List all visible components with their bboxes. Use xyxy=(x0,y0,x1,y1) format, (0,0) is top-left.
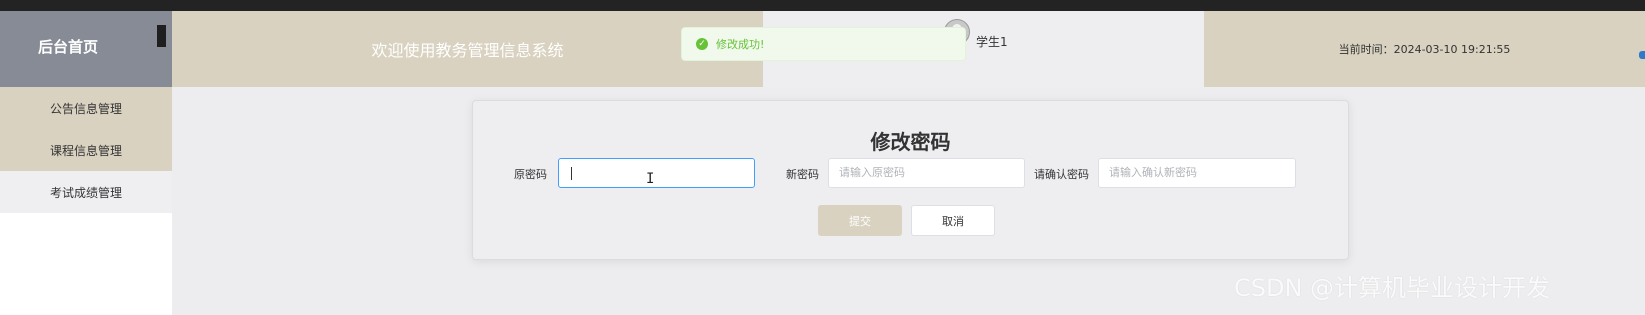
page-title: 修改密码 xyxy=(870,130,951,154)
edge-handle[interactable] xyxy=(1639,51,1645,59)
collapse-toggle-icon[interactable] xyxy=(157,25,166,47)
sidebar-item-label: 考试成绩管理 xyxy=(49,185,122,200)
old-password-label: 原密码 xyxy=(514,168,547,181)
sidebar-item-announcements[interactable]: 公告信息管理 xyxy=(0,87,172,129)
sidebar-item-label: 课程信息管理 xyxy=(49,143,122,158)
watermark: CSDN @计算机毕业设计开发 xyxy=(1234,274,1551,302)
success-toast: ✓ 修改成功! xyxy=(681,27,966,61)
toast-message: 修改成功! xyxy=(716,38,765,51)
text-caret xyxy=(571,167,572,180)
confirm-password-placeholder: 请输入确认新密码 xyxy=(1109,166,1197,179)
sidebar-item-courses[interactable]: 课程信息管理 xyxy=(0,129,172,171)
current-time-value: 2024-03-10 19:21:55 xyxy=(1393,42,1511,56)
new-password-placeholder: 请输入原密码 xyxy=(839,166,905,179)
sidebar-item-label: 公告信息管理 xyxy=(49,101,122,116)
check-circle-icon: ✓ xyxy=(696,38,708,50)
sidebar-menu: 公告信息管理 课程信息管理 考试成绩管理 xyxy=(0,87,172,213)
welcome-text: 欢迎使用教务管理信息系统 xyxy=(371,41,564,60)
new-password-label: 新密码 xyxy=(786,168,819,181)
username[interactable]: 学生1 xyxy=(976,33,1008,50)
cancel-button[interactable]: 取消 xyxy=(911,205,995,236)
sidebar: 后台首页 公告信息管理 课程信息管理 考试成绩管理 xyxy=(0,11,172,315)
new-password-input[interactable]: 请输入原密码 xyxy=(828,158,1025,188)
window-top-bar xyxy=(0,0,1645,11)
old-password-input[interactable]: I xyxy=(558,158,755,188)
sidebar-item-exam-scores[interactable]: 考试成绩管理 xyxy=(0,171,172,213)
change-password-card: 修改密码 原密码 I 新密码 请输入原密码 请确认密码 请输入确认新密码 提交 … xyxy=(472,100,1349,260)
confirm-password-input[interactable]: 请输入确认新密码 xyxy=(1098,158,1296,188)
sidebar-brand[interactable]: 后台首页 xyxy=(0,11,172,87)
current-time-label: 当前时间： xyxy=(1338,43,1394,56)
ibeam-cursor-icon: I xyxy=(646,171,655,187)
confirm-password-label: 请确认密码 xyxy=(1034,168,1089,181)
header-time-panel: 当前时间： 2024-03-10 19:21:55 xyxy=(1204,11,1645,87)
submit-button[interactable]: 提交 xyxy=(818,205,902,236)
header-welcome-panel: 欢迎使用教务管理信息系统 xyxy=(172,11,763,87)
brand-title: 后台首页 xyxy=(38,37,99,56)
